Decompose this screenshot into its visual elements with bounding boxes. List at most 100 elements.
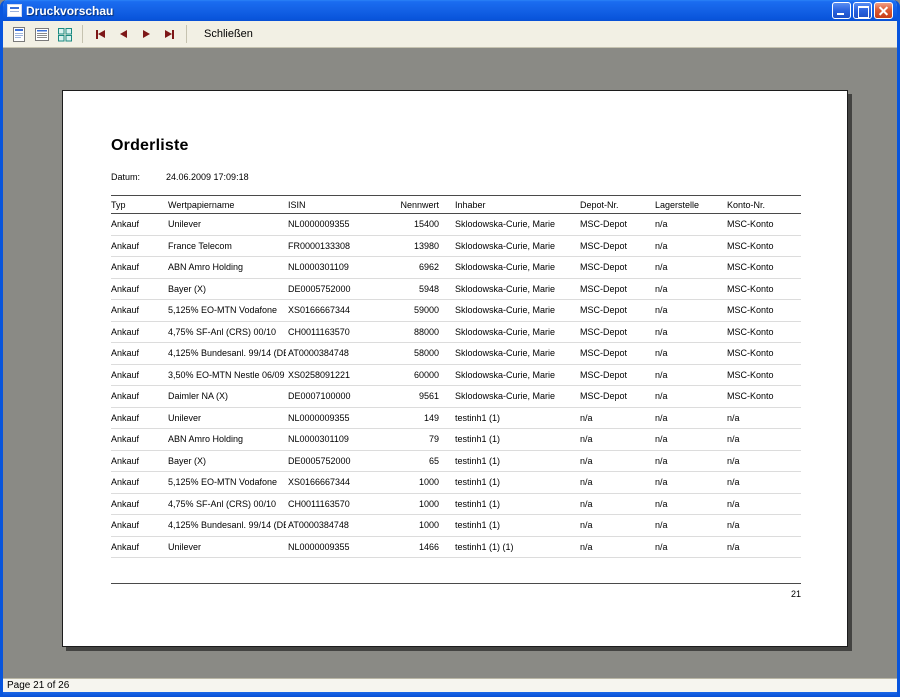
column-header: Depot-Nr. [578, 196, 653, 214]
table-cell: Daimler NA (X) [166, 386, 286, 408]
table-row: Ankauf4,75% SF-Anl (CRS) 00/10CH00111635… [111, 493, 801, 515]
table-cell: Sklodowska-Curie, Marie [453, 257, 578, 279]
table-cell: MSC-Konto [725, 257, 801, 279]
report-view-icon[interactable] [32, 24, 52, 44]
table-cell: testinh1 (1) (1) [453, 536, 578, 558]
table-cell: Sklodowska-Curie, Marie [453, 300, 578, 322]
last-page-arrow [165, 30, 172, 38]
table-cell: n/a [725, 515, 801, 537]
table-cell: Ankauf [111, 278, 166, 300]
table-header-row: TypWertpapiernameISINNennwertInhaberDepo… [111, 196, 801, 214]
table-row: Ankauf4,75% SF-Anl (CRS) 00/10CH00111635… [111, 321, 801, 343]
table-cell: 5,125% EO-MTN Vodafone [166, 300, 286, 322]
table-cell: n/a [578, 429, 653, 451]
table-cell: Sklodowska-Curie, Marie [453, 235, 578, 257]
table-cell: Ankauf [111, 235, 166, 257]
table-cell: n/a [653, 257, 725, 279]
table-cell: 79 [391, 429, 453, 451]
table-cell: 1000 [391, 515, 453, 537]
table-cell: Ankauf [111, 493, 166, 515]
last-page-button[interactable] [159, 24, 179, 44]
report-date-row: Datum: 24.06.2009 17:09:18 [111, 172, 799, 182]
table-cell: Ankauf [111, 300, 166, 322]
column-header: Konto-Nr. [725, 196, 801, 214]
first-page-button[interactable] [90, 24, 110, 44]
table-row: AnkaufBayer (X)DE00057520005948Sklodowsk… [111, 278, 801, 300]
table-cell: Ankauf [111, 214, 166, 236]
table-cell: XS0166667344 [286, 300, 391, 322]
table-cell: 5,125% EO-MTN Vodafone [166, 472, 286, 494]
table-cell: n/a [653, 429, 725, 451]
table-cell: 13980 [391, 235, 453, 257]
table-cell: Bayer (X) [166, 450, 286, 472]
column-header: Typ [111, 196, 166, 214]
table-cell: n/a [653, 472, 725, 494]
table-cell: n/a [653, 235, 725, 257]
table-cell: Bayer (X) [166, 278, 286, 300]
table-cell: Unilever [166, 407, 286, 429]
table-cell: 149 [391, 407, 453, 429]
table-cell: FR0000133308 [286, 235, 391, 257]
titlebar[interactable]: Druckvorschau [3, 0, 897, 21]
table-cell: 4,75% SF-Anl (CRS) 00/10 [166, 321, 286, 343]
window-title: Druckvorschau [26, 4, 828, 18]
minimize-button[interactable] [832, 2, 851, 19]
table-cell: Sklodowska-Curie, Marie [453, 278, 578, 300]
table-cell: Unilever [166, 536, 286, 558]
table-cell: Ankauf [111, 472, 166, 494]
table-cell: n/a [653, 493, 725, 515]
table-row: AnkaufBayer (X)DE000575200065testinh1 (1… [111, 450, 801, 472]
close-preview-button[interactable]: Schließen [200, 26, 257, 42]
table-cell: n/a [653, 536, 725, 558]
table-cell: MSC-Depot [578, 386, 653, 408]
single-page-view-icon[interactable] [9, 24, 29, 44]
table-cell: n/a [725, 429, 801, 451]
table-cell: MSC-Depot [578, 364, 653, 386]
table-cell: 6962 [391, 257, 453, 279]
table-cell: 15400 [391, 214, 453, 236]
next-page-button[interactable] [136, 24, 156, 44]
preview-area[interactable]: Orderliste Datum: 24.06.2009 17:09:18 Ty… [3, 48, 897, 678]
window-bottom-border [3, 692, 897, 697]
table-cell: testinh1 (1) [453, 429, 578, 451]
report-view-glyph [34, 27, 50, 42]
table-cell: 1000 [391, 472, 453, 494]
table-cell: n/a [578, 450, 653, 472]
toolbar: Schließen [3, 21, 897, 48]
previous-page-button[interactable] [113, 24, 133, 44]
table-cell: MSC-Konto [725, 278, 801, 300]
first-page-arrow [98, 30, 105, 38]
close-window-button[interactable] [874, 2, 893, 19]
table-cell: NL0000301109 [286, 257, 391, 279]
table-cell: NL0000009355 [286, 536, 391, 558]
toolbar-separator [82, 25, 83, 43]
table-cell: DE0007100000 [286, 386, 391, 408]
table-cell: MSC-Depot [578, 257, 653, 279]
table-row: AnkaufDaimler NA (X)DE00071000009561Sklo… [111, 386, 801, 408]
table-cell: DE0005752000 [286, 278, 391, 300]
table-cell: CH0011163570 [286, 321, 391, 343]
multi-page-view-icon[interactable] [55, 24, 75, 44]
maximize-button[interactable] [853, 2, 872, 19]
table-cell: testinh1 (1) [453, 472, 578, 494]
table-cell: n/a [578, 407, 653, 429]
table-cell: n/a [653, 214, 725, 236]
table-cell: n/a [725, 493, 801, 515]
table-row: Ankauf5,125% EO-MTN VodafoneXS0166667344… [111, 472, 801, 494]
statusbar: Page 21 of 26 [3, 678, 897, 692]
table-cell: NL0000009355 [286, 214, 391, 236]
report-page: Orderliste Datum: 24.06.2009 17:09:18 Ty… [62, 90, 848, 647]
table-cell: n/a [653, 343, 725, 365]
table-cell: ABN Amro Holding [166, 429, 286, 451]
table-cell: Sklodowska-Curie, Marie [453, 214, 578, 236]
table-cell: n/a [725, 407, 801, 429]
column-header: Wertpapiername [166, 196, 286, 214]
table-cell: NL0000009355 [286, 407, 391, 429]
table-cell: testinh1 (1) [453, 450, 578, 472]
table-cell: testinh1 (1) [453, 407, 578, 429]
table-cell: 5948 [391, 278, 453, 300]
last-page-icon [172, 30, 174, 39]
table-cell: Ankauf [111, 429, 166, 451]
table-cell: 1000 [391, 493, 453, 515]
table-cell: 4,125% Bundesanl. 99/14 (DE) [166, 343, 286, 365]
